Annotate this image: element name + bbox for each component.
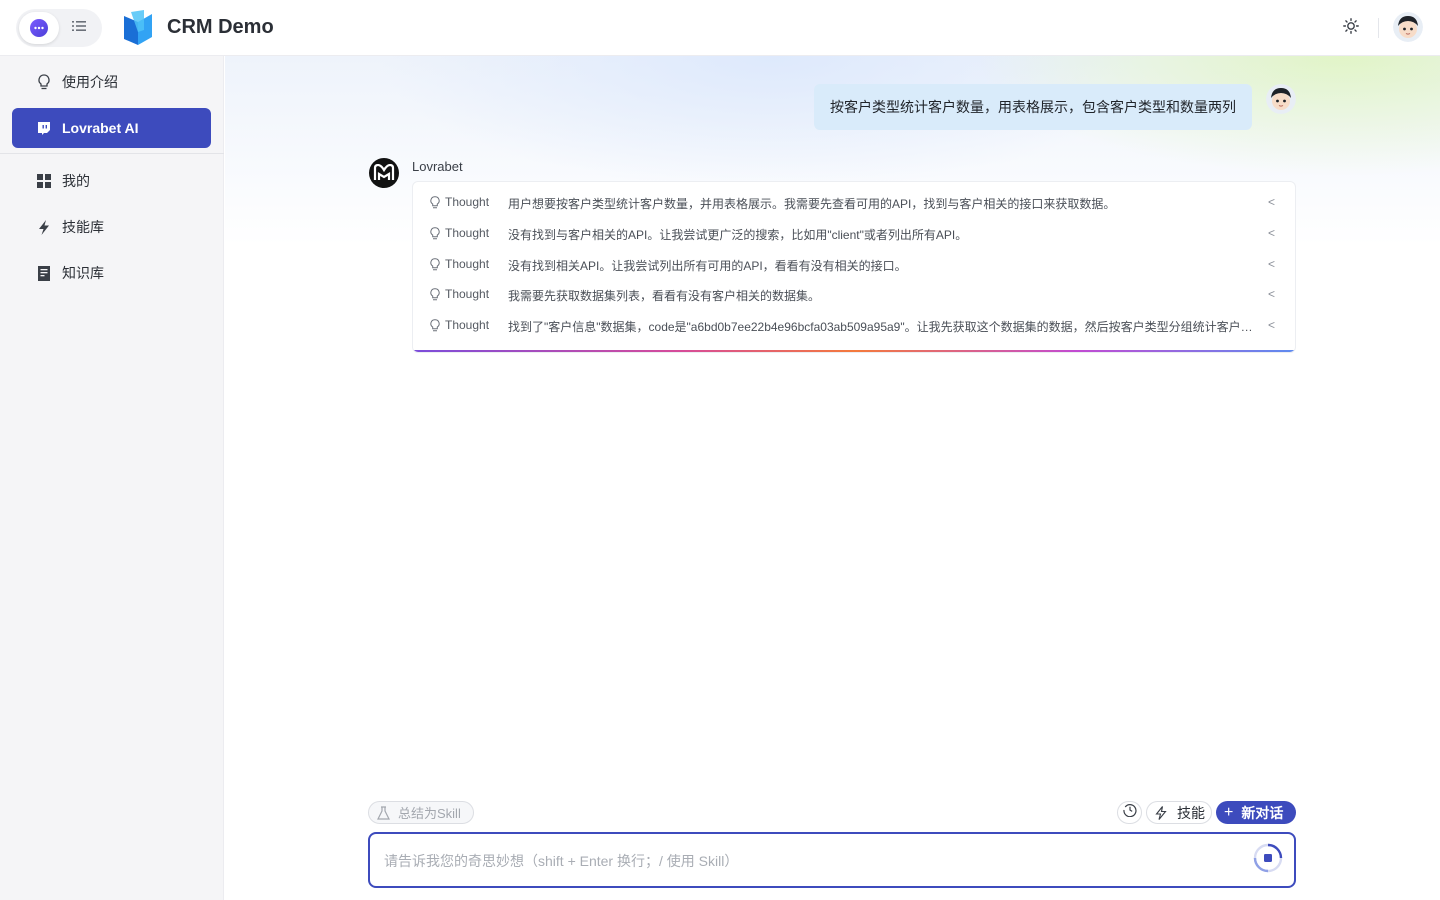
skills-label: 技能 [1177,804,1205,821]
summarize-skill-label: 总结为Skill [398,806,461,821]
streaming-progress-bar [413,350,1295,352]
lightning-icon [36,219,52,235]
skills-button[interactable]: 技能 [1146,801,1212,824]
list-mode-button[interactable] [59,12,99,44]
book-icon [36,265,52,281]
lightbulb-icon [430,196,442,210]
thought-label: Thought [445,287,490,301]
avatar[interactable] [1393,12,1423,42]
chevron-left-icon[interactable]: < [1268,318,1275,332]
bot-name: Lovrabet [412,159,463,174]
sidebar-item-label: Lovrabet AI [62,120,139,136]
history-icon [1122,803,1137,822]
stop-icon [1252,842,1284,879]
thought-row[interactable]: Thought 找到了"客户信息"数据集，code是"a6bd0b7ee22b4… [413,310,1295,341]
bot-avatar [369,158,399,188]
thought-text: 没有找到相关API。让我尝试列出所有可用的API，看看有没有相关的接口。 [508,259,907,273]
thought-label: Thought [445,318,490,332]
thought-label: Thought [445,226,490,240]
top-bar: CRM Demo [0,0,1440,56]
sidebar-item-label: 我的 [62,173,90,189]
list-icon [72,19,86,37]
sidebar-item-knowledge[interactable]: 知识库 [12,253,211,293]
history-button[interactable] [1117,801,1142,824]
header-divider [1378,18,1379,38]
app-title: CRM Demo [167,16,274,38]
twitch-chat-icon [36,120,52,136]
thought-label: Thought [445,195,490,209]
thought-label: Thought [445,257,490,271]
lightbulb-icon [430,319,442,333]
new-chat-button[interactable]: + 新对话 [1216,801,1296,824]
chevron-left-icon[interactable]: < [1268,257,1275,271]
thought-text: 我需要先获取数据集列表，看看有没有客户相关的数据集。 [508,289,821,303]
thought-text: 没有找到与客户相关的API。让我尝试更广泛的搜索，比如用"client"或者列出… [508,228,968,242]
thought-process-card: Thought 用户想要按客户类型统计客户数量，并用表格展示。我需要先查看可用的… [412,181,1296,353]
thought-text: 找到了"客户信息"数据集，code是"a6bd0b7ee22b4e96bcfa0… [508,320,1260,334]
plus-icon: + [1224,803,1234,821]
flask-icon [377,805,391,820]
user-avatar [1266,84,1296,114]
chevron-left-icon[interactable]: < [1268,287,1275,301]
lightbulb-icon [36,74,52,90]
stop-generation-button[interactable] [1252,842,1284,879]
message-input[interactable] [384,848,1244,874]
lightbulb-icon [430,258,442,272]
chat-icon [30,19,48,37]
sun-icon [1343,17,1359,39]
grid-icon [36,173,52,189]
view-mode-toggle [16,9,102,47]
thought-row[interactable]: Thought 没有找到相关API。让我尝试列出所有可用的API，看看有没有相关… [413,249,1295,280]
thought-text: 用户想要按客户类型统计客户数量，并用表格展示。我需要先查看可用的API，找到与客… [508,197,1116,211]
sidebar: 使用介绍 Lovrabet AI 我的 技能库 知识库 [0,56,224,900]
sidebar-item-label: 技能库 [62,219,104,235]
sidebar-item-mine[interactable]: 我的 [12,161,211,201]
chevron-left-icon[interactable]: < [1268,195,1275,209]
lightbulb-icon [430,288,442,302]
chevron-left-icon[interactable]: < [1268,226,1275,240]
sidebar-item-lovrabet-ai[interactable]: Lovrabet AI [12,108,211,148]
sidebar-item-label: 使用介绍 [62,74,118,90]
lightbulb-icon [430,227,442,241]
summarize-skill-button[interactable]: 总结为Skill [368,801,474,824]
thought-row[interactable]: Thought 我需要先获取数据集列表，看看有没有客户相关的数据集。 < [413,279,1295,310]
thought-row[interactable]: Thought 没有找到与客户相关的API。让我尝试更广泛的搜索，比如用"cli… [413,218,1295,249]
thought-row[interactable]: Thought 用户想要按客户类型统计客户数量，并用表格展示。我需要先查看可用的… [413,187,1295,218]
chat-mode-button[interactable] [19,12,59,44]
message-composer [368,832,1296,888]
lightning-icon [1155,805,1169,820]
user-message-bubble: 按客户类型统计客户数量，用表格展示，包含客户类型和数量两列 [814,84,1252,130]
sidebar-item-skills[interactable]: 技能库 [12,207,211,247]
sidebar-item-label: 知识库 [62,265,104,281]
chat-panel: 按客户类型统计客户数量，用表格展示，包含客户类型和数量两列 Lovrabet T… [225,56,1440,900]
theme-toggle-button[interactable] [1338,15,1364,41]
new-chat-label: 新对话 [1241,804,1284,821]
sidebar-divider [0,153,224,154]
sidebar-item-intro[interactable]: 使用介绍 [12,62,211,102]
brand-logo [122,10,156,46]
